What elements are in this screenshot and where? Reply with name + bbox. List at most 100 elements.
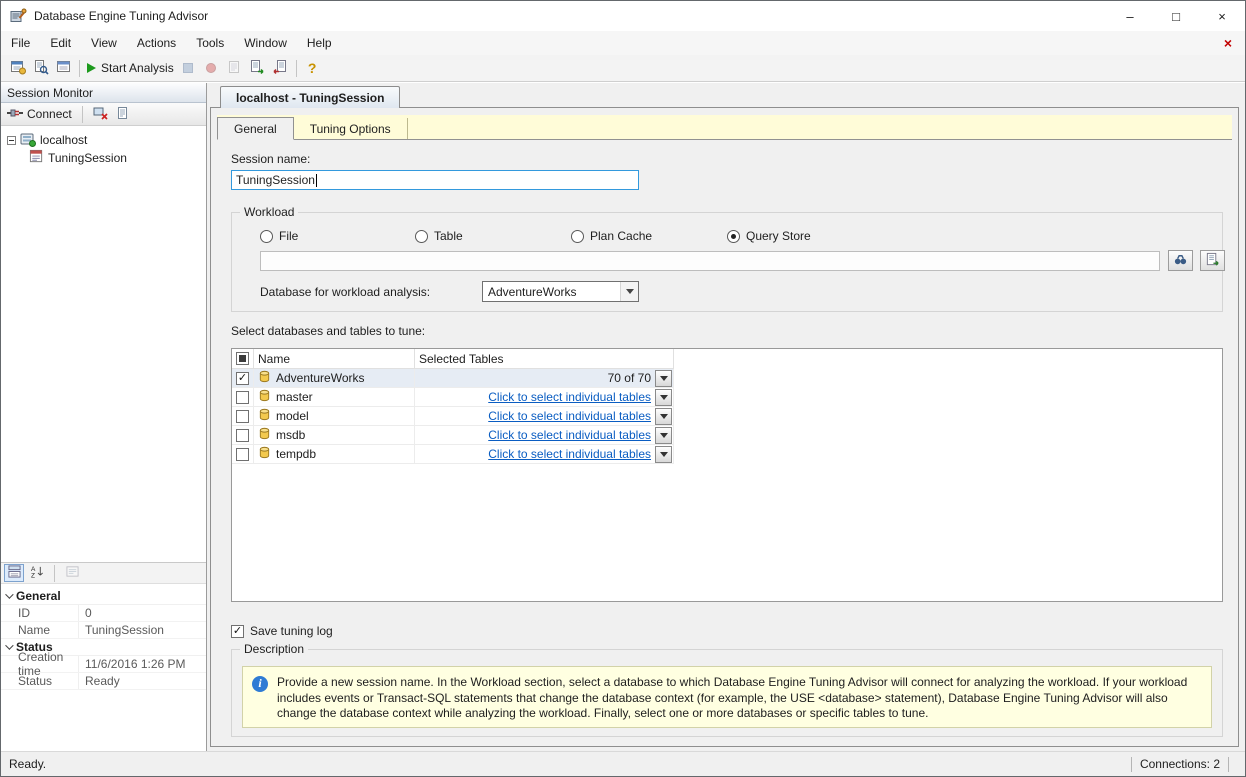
- property-row[interactable]: ID 0: [1, 605, 206, 622]
- tree-item-tuning-session[interactable]: TuningSession: [1, 149, 206, 167]
- connect-button[interactable]: Connect: [5, 104, 74, 124]
- menu-view[interactable]: View: [81, 31, 127, 55]
- tables-dropdown-button[interactable]: [655, 389, 672, 406]
- database-checkbox[interactable]: [236, 410, 249, 423]
- chevron-down-icon: [5, 590, 13, 598]
- chevron-down-icon: [620, 282, 638, 301]
- database-name: model: [276, 409, 309, 423]
- import-session-icon: [249, 59, 265, 78]
- property-row[interactable]: Name TuningSession: [1, 622, 206, 639]
- apply-recommendations-icon: [226, 59, 242, 78]
- caption-buttons: – □ ×: [1107, 1, 1245, 31]
- view-workload-button[interactable]: [1200, 250, 1225, 271]
- tree-item-label: localhost: [40, 133, 87, 147]
- document-tab[interactable]: localhost - TuningSession: [220, 86, 400, 108]
- minimize-button[interactable]: –: [1107, 1, 1153, 31]
- menu-actions[interactable]: Actions: [127, 31, 186, 55]
- menu-window[interactable]: Window: [234, 31, 297, 55]
- status-bar: Ready. Connections: 2: [1, 751, 1245, 776]
- radio-label: Query Store: [746, 229, 811, 243]
- refresh-button[interactable]: [114, 104, 132, 124]
- session-monitor-header: Session Monitor: [1, 83, 206, 103]
- selected-database: AdventureWorks: [488, 285, 576, 299]
- document-area: localhost - TuningSession General Tuning…: [207, 83, 1245, 751]
- session-name-input[interactable]: TuningSession: [231, 170, 639, 190]
- database-row[interactable]: tempdb Click to select individual tables: [232, 445, 674, 464]
- open-workload-file-button[interactable]: [29, 57, 52, 80]
- property-label: Creation time: [1, 656, 79, 672]
- toolbar-separator: [79, 60, 80, 77]
- workload-radio-table[interactable]: Table: [415, 229, 463, 243]
- workload-radio-plan-cache[interactable]: Plan Cache: [571, 229, 652, 243]
- property-value: 11/6/2016 1:26 PM: [79, 656, 206, 672]
- maximize-button[interactable]: □: [1153, 1, 1199, 31]
- start-analysis-label: Start Analysis: [101, 61, 174, 75]
- stop-analysis-icon: [183, 63, 193, 73]
- workload-database-select[interactable]: AdventureWorks: [482, 281, 639, 302]
- database-checkbox[interactable]: [236, 391, 249, 404]
- tree-item-localhost[interactable]: localhost: [1, 131, 206, 149]
- database-checkbox[interactable]: [236, 448, 249, 461]
- database-checkbox[interactable]: [236, 372, 249, 385]
- new-session-icon: [10, 59, 26, 78]
- categorized-button[interactable]: [4, 564, 24, 582]
- help-icon: ?: [308, 60, 317, 76]
- chevron-down-icon: [5, 641, 13, 649]
- database-row[interactable]: model Click to select individual tables: [232, 407, 674, 426]
- database-checkbox[interactable]: [236, 429, 249, 442]
- select-tables-link[interactable]: Click to select individual tables: [488, 390, 651, 404]
- database-row[interactable]: master Click to select individual tables: [232, 388, 674, 407]
- menu-edit[interactable]: Edit: [40, 31, 81, 55]
- alphabetical-sort-button[interactable]: AZ: [27, 564, 47, 582]
- select-tables-link[interactable]: Click to select individual tables: [488, 447, 651, 461]
- select-tables-link[interactable]: Click to select individual tables: [488, 428, 651, 442]
- property-category-general[interactable]: General: [1, 588, 206, 605]
- database-row[interactable]: AdventureWorks 70 of 70: [232, 369, 674, 388]
- close-button[interactable]: ×: [1199, 1, 1245, 31]
- select-tables-link[interactable]: Click to select individual tables: [488, 409, 651, 423]
- property-value: 0: [79, 605, 206, 621]
- menu-tools[interactable]: Tools: [186, 31, 234, 55]
- radio-label: File: [279, 229, 298, 243]
- database-row[interactable]: msdb Click to select individual tables: [232, 426, 674, 445]
- status-separator: [1228, 757, 1229, 772]
- select-all-checkbox[interactable]: [236, 352, 249, 365]
- text-caret: [316, 174, 317, 187]
- status-message: Ready.: [9, 757, 46, 771]
- connect-label: Connect: [27, 107, 72, 121]
- database-name: AdventureWorks: [276, 371, 364, 385]
- disconnect-button[interactable]: [91, 104, 110, 124]
- workload-radio-file[interactable]: File: [260, 229, 298, 243]
- tab-general[interactable]: General: [217, 117, 294, 140]
- tables-dropdown-button[interactable]: [655, 427, 672, 444]
- radio-icon: [415, 230, 428, 243]
- new-session-button[interactable]: [6, 57, 29, 80]
- tables-dropdown-button[interactable]: [655, 408, 672, 425]
- import-session-button[interactable]: [246, 57, 269, 80]
- column-header-name[interactable]: Name: [254, 349, 415, 368]
- help-button[interactable]: ?: [301, 57, 324, 80]
- menu-help[interactable]: Help: [297, 31, 342, 55]
- tree-collapse-icon[interactable]: [7, 136, 16, 145]
- tab-tuning-options[interactable]: Tuning Options: [294, 118, 408, 139]
- property-value: Ready: [79, 673, 206, 689]
- open-session-button[interactable]: [52, 57, 75, 80]
- radio-icon: [260, 230, 273, 243]
- session-monitor-toolbar: Connect: [1, 103, 206, 126]
- workload-radio-query-store[interactable]: Query Store: [727, 229, 811, 243]
- export-session-button[interactable]: [269, 57, 292, 80]
- menu-file[interactable]: File: [1, 31, 40, 55]
- column-header-selected-tables[interactable]: Selected Tables: [415, 349, 674, 368]
- tables-dropdown-button[interactable]: [655, 446, 672, 463]
- main-toolbar: Start Analysis ?: [1, 55, 1245, 82]
- property-row[interactable]: Status Ready: [1, 673, 206, 690]
- menu-bar: File Edit View Actions Tools Window Help…: [1, 31, 1245, 55]
- workload-groupbox: Workload File Table Plan Cache Query Sto…: [231, 212, 1223, 312]
- browse-workload-button[interactable]: [1168, 250, 1193, 271]
- database-icon: [258, 370, 271, 386]
- start-analysis-button[interactable]: Start Analysis: [84, 57, 177, 80]
- save-tuning-log-checkbox[interactable]: Save tuning log: [231, 624, 333, 638]
- tables-dropdown-button[interactable]: [655, 370, 672, 387]
- property-row[interactable]: Creation time 11/6/2016 1:26 PM: [1, 656, 206, 673]
- close-document-icon[interactable]: ×: [1211, 35, 1245, 51]
